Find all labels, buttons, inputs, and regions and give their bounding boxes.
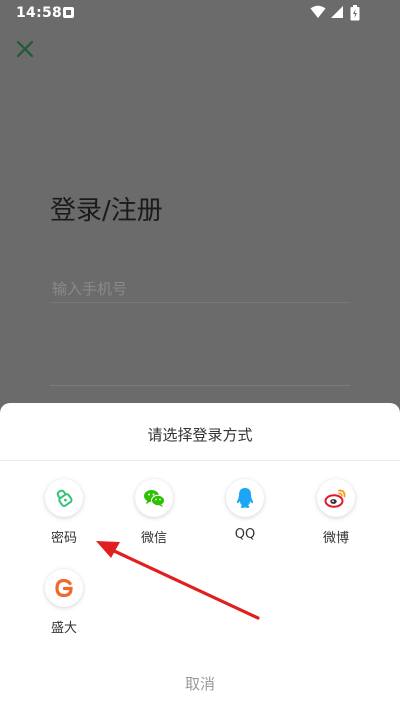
wechat-icon: [144, 490, 165, 507]
phone-input-placeholder: 输入手机号: [52, 280, 128, 298]
wifi-icon: [310, 5, 326, 18]
weibo-icon: [324, 489, 346, 508]
input-divider: [50, 385, 350, 386]
status-icons: [310, 5, 370, 21]
qq-icon: [236, 488, 254, 508]
shanda-icon: [55, 578, 73, 598]
phone-input[interactable]: 输入手机号: [50, 276, 350, 303]
login-option-label: QQ: [234, 527, 256, 542]
sheet-divider: [0, 460, 400, 461]
status-time: 14:58: [16, 5, 63, 21]
close-icon[interactable]: [14, 38, 36, 60]
login-option-shanda[interactable]: 盛大: [24, 569, 104, 649]
signal-icon: [331, 6, 343, 18]
login-option-password[interactable]: 密码: [24, 479, 104, 559]
lock-icon: [56, 489, 73, 507]
login-method-sheet: 请选择登录方式 密码 微信 QQ 微博 盛大 取消: [0, 403, 400, 710]
login-option-wechat[interactable]: 微信: [114, 479, 194, 559]
login-option-label: 微信: [140, 531, 167, 546]
login-option-label: 微博: [322, 531, 349, 546]
status-bar: 14:58: [0, 0, 400, 26]
login-option-weibo[interactable]: 微博: [296, 479, 376, 559]
notification-icon: [63, 7, 74, 18]
login-option-label: 密码: [50, 531, 77, 546]
login-option-qq[interactable]: QQ: [205, 479, 285, 559]
cancel-button[interactable]: 取消: [0, 673, 400, 694]
sheet-title: 请选择登录方式: [147, 426, 253, 444]
page-title: 登录/注册: [50, 196, 163, 226]
battery-icon: [350, 5, 360, 21]
login-option-label: 盛大: [50, 621, 77, 636]
